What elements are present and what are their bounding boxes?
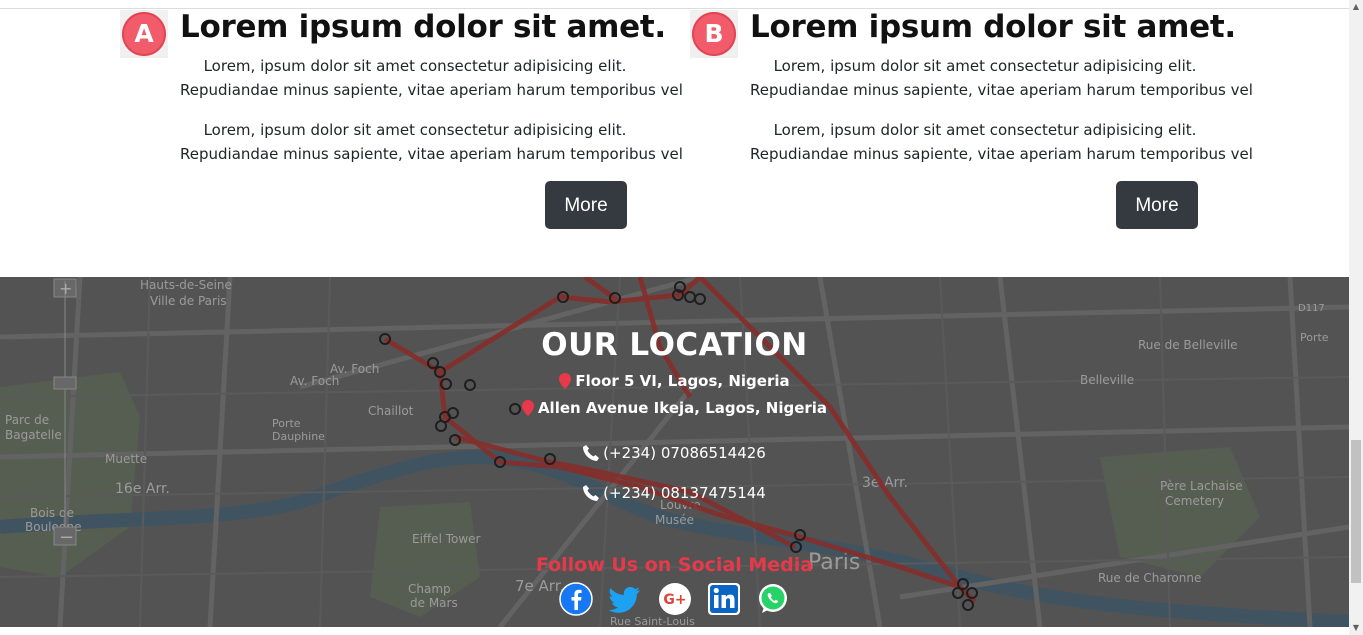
feature-paragraph: Lorem, ipsum dolor sit amet consectetur … xyxy=(750,54,1253,102)
badge-letter-a: A xyxy=(122,12,166,56)
scroll-down-icon[interactable]: ▼ xyxy=(1349,621,1363,635)
feature-text-line: Repudiandae minus sapiente, vitae aperia… xyxy=(180,145,683,163)
feature-text-line: Lorem, ipsum dolor sit amet consectetur … xyxy=(203,57,627,75)
feature-badge-a: A xyxy=(120,10,168,58)
phone-icon xyxy=(583,445,600,461)
feature-text-line: Lorem, ipsum dolor sit amet consectetur … xyxy=(773,121,1197,139)
feature-text-line: Repudiandae minus sapiente, vitae aperia… xyxy=(180,81,683,99)
google-plus-icon[interactable]: G+ xyxy=(658,582,692,616)
feature-badge-b: B xyxy=(690,10,738,58)
twitter-icon[interactable] xyxy=(608,582,642,616)
phone-line-2: (+234) 08137475144 xyxy=(0,484,1349,502)
address-line-2: Allen Avenue Ikeja, Lagos, Nigeria xyxy=(0,399,1349,417)
feature-text-line: Lorem, ipsum dolor sit amet consectetur … xyxy=(203,121,627,139)
more-button[interactable]: More xyxy=(1116,181,1198,229)
social-heading: Follow Us on Social Media xyxy=(535,554,814,576)
scrollbar-thumb[interactable] xyxy=(1351,440,1361,583)
address-text: Allen Avenue Ikeja, Lagos, Nigeria xyxy=(537,399,828,417)
whatsapp-icon[interactable] xyxy=(756,582,790,616)
svg-text:G+: G+ xyxy=(663,592,686,608)
location-heading: OUR LOCATION xyxy=(541,327,808,363)
social-links: G+ xyxy=(0,582,1349,622)
location-footer: Hauts-de-Seine Ville de Paris Parc de Ba… xyxy=(0,277,1349,627)
feature-text-line: Lorem, ipsum dolor sit amet consectetur … xyxy=(773,57,1197,75)
facebook-icon[interactable] xyxy=(559,582,594,616)
map-pin-icon xyxy=(559,373,572,389)
more-button[interactable]: More xyxy=(545,181,627,229)
feature-title: Lorem ipsum dolor sit amet. xyxy=(750,9,1236,45)
feature-paragraph: Lorem, ipsum dolor sit amet consectetur … xyxy=(750,118,1253,166)
linkedin-icon[interactable] xyxy=(707,582,741,616)
badge-letter-b: B xyxy=(692,12,736,56)
address-line-1: Floor 5 VI, Lagos, Nigeria xyxy=(0,372,1349,390)
feature-card-b: B Lorem ipsum dolor sit amet. Lorem, ips… xyxy=(690,0,1253,240)
page-scrollbar[interactable]: ▲ ▼ xyxy=(1349,0,1363,635)
feature-text-line: Repudiandae minus sapiente, vitae aperia… xyxy=(750,81,1253,99)
feature-paragraph: Lorem, ipsum dolor sit amet consectetur … xyxy=(180,54,683,102)
feature-text-line: Repudiandae minus sapiente, vitae aperia… xyxy=(750,145,1253,163)
phone-line-1: (+234) 07086514426 xyxy=(0,444,1349,462)
phone-number[interactable]: (+234) 07086514426 xyxy=(603,444,766,462)
feature-card-a: A Lorem ipsum dolor sit amet. Lorem, ips… xyxy=(120,0,683,240)
phone-number[interactable]: (+234) 08137475144 xyxy=(603,484,766,502)
address-text: Floor 5 VI, Lagos, Nigeria xyxy=(575,372,790,390)
feature-paragraph: Lorem, ipsum dolor sit amet consectetur … xyxy=(180,118,683,166)
feature-title: Lorem ipsum dolor sit amet. xyxy=(180,9,666,45)
page-bottom-strip xyxy=(0,627,1349,635)
map-pin-icon xyxy=(521,400,534,416)
phone-icon xyxy=(583,485,600,501)
scroll-up-icon[interactable]: ▲ xyxy=(1349,0,1363,14)
